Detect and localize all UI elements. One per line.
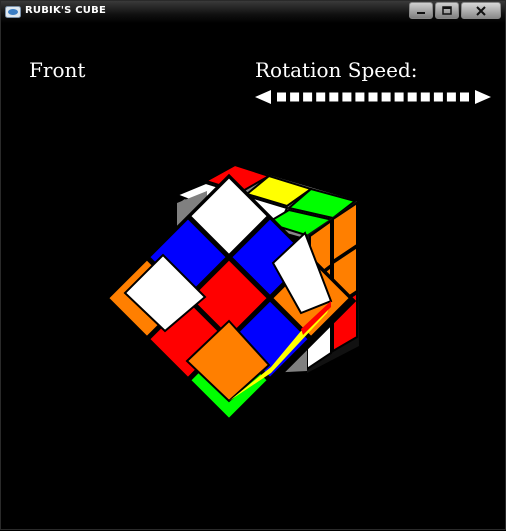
window-title: RUBIK'S CUBE	[25, 5, 106, 16]
cube-viewport[interactable]	[1, 23, 506, 531]
minimize-icon	[417, 11, 425, 14]
title-bar[interactable]: RUBIK'S CUBE	[1, 1, 505, 23]
minimize-button[interactable]	[409, 2, 433, 19]
rubiks-cube-window: RUBIK'S CUBE Front Rotation Speed:	[0, 0, 506, 530]
app-icon	[5, 6, 21, 18]
close-icon	[476, 5, 486, 16]
maximize-icon	[442, 6, 452, 15]
close-button[interactable]	[461, 2, 501, 19]
maximize-button[interactable]	[435, 2, 459, 19]
